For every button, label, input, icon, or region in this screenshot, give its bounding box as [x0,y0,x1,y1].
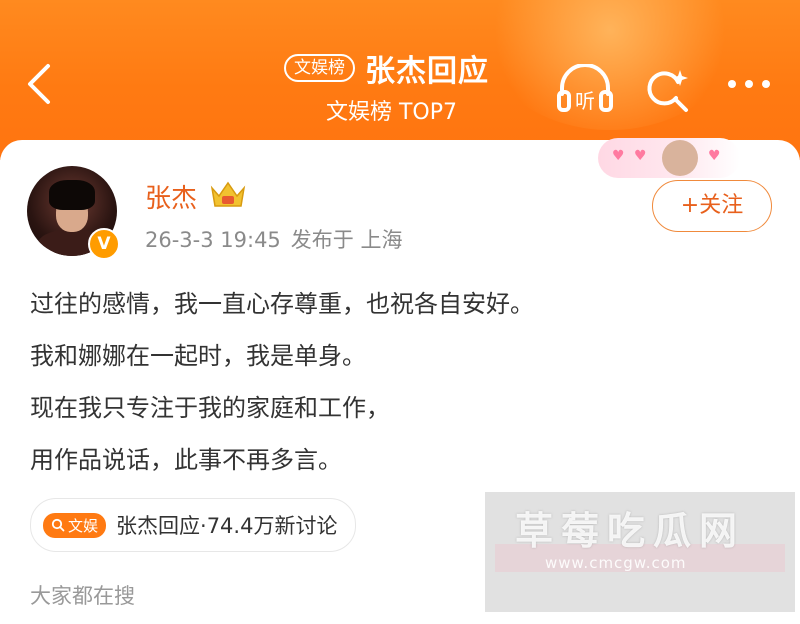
username[interactable]: 张杰 [145,178,197,215]
profile-decoration: ♥ ♥ ♥ [598,138,740,178]
heart-icon: ♥ [708,148,721,164]
topic-chip[interactable]: 文娱 张杰回应·74.4万新讨论 [30,498,357,552]
heart-icon: ♥ [612,148,625,164]
more-icon[interactable] [724,64,774,116]
post-line: 现在我只专注于我的家庭和工作， [30,394,390,422]
header-title-row: 文娱榜 张杰回应 [284,48,489,89]
post-location: 发布于 上海 [290,228,403,252]
search-icon [51,518,65,532]
watermark-url: www.cmcgw.com [545,554,687,572]
verified-badge: V [88,228,120,260]
watermark-title: 草莓吃瓜网 [515,509,746,553]
post-meta: 26-3-3 19:45 发布于 上海 [145,224,402,254]
heart-icon: ♥ [634,148,647,164]
topic-text: 张杰回应·74.4万新讨论 [116,514,338,538]
search-sparkle-icon[interactable] [644,64,690,116]
follow-button[interactable]: +关注 [652,180,772,232]
post-line: 我和娜娜在一起时，我是单身。 [30,342,366,370]
decoration-avatar [662,140,698,176]
topic-badge: 文娱 [43,512,107,538]
ranking-subtitle[interactable]: 文娱榜 TOP7 [326,94,457,126]
back-arrow-icon[interactable] [22,62,58,106]
trending-searches-label: 大家都在搜 [30,584,135,608]
crown-badge-icon [210,181,246,207]
page-title: 张杰回应 [365,54,489,89]
category-tag: 文娱榜 [284,54,355,82]
watermark: 草莓吃瓜网 www.cmcgw.com [485,492,795,612]
topic-header: 文娱榜 张杰回应 文娱榜 TOP7 听 [0,0,800,160]
post-line: 用作品说话，此事不再多言。 [30,446,342,474]
post-content: 过往的感情，我一直心存尊重，也祝各自安好。 我和娜娜在一起时，我是单身。 现在我… [30,278,534,486]
post-timestamp: 26-3-3 19:45 [145,228,281,252]
topic-badge-label: 文娱 [68,516,99,535]
post-line: 过往的感情，我一直心存尊重，也祝各自安好。 [30,290,534,318]
listen-label: 听 [575,89,595,113]
listen-icon[interactable]: 听 [556,64,614,116]
